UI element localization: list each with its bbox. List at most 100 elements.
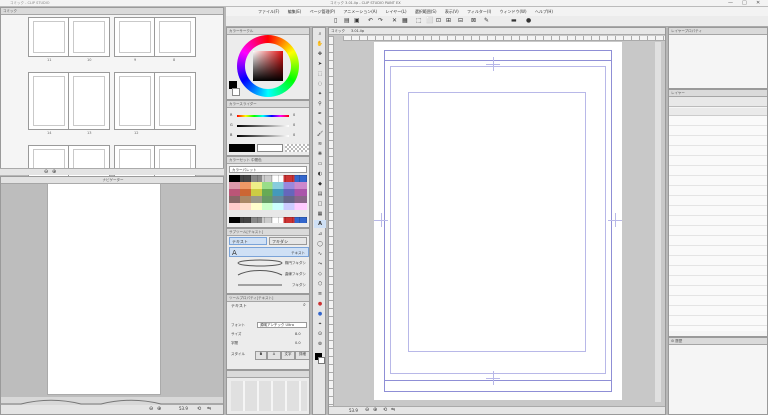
tab-balloon[interactable]: フキダシ [269,237,307,245]
zoom-in-icon[interactable]: ⊕ [373,407,377,413]
speed-line-tool-icon[interactable]: ≡ [314,290,326,298]
extra-tool-2-icon[interactable]: ⊙ [314,330,326,338]
correction-tool-icon[interactable]: ⤳ [314,260,326,268]
page-thumb[interactable] [68,72,110,130]
menu-page[interactable]: ページ管理(P) [310,7,335,16]
eyedropper-tool-icon[interactable]: ⚲ [314,100,326,108]
crop-icon[interactable]: ⊡ [436,17,441,24]
gradient-tool-icon[interactable]: ▤ [314,190,326,198]
spacing-value[interactable]: 0.0 [295,341,301,345]
menu-view[interactable]: 表示(V) [445,7,459,16]
rotate-icon[interactable]: ⟲ [197,406,201,412]
frame-tool-icon[interactable]: ▦ [314,210,326,218]
extra-tool-3-icon[interactable]: ⊚ [314,340,326,348]
rotate-icon[interactable]: ⟲ [383,407,387,413]
canvas-tab-file[interactable]: 3.01.lip [351,29,364,33]
save-icon[interactable]: ▣ [354,17,360,24]
zoom-out-icon[interactable]: ⊖ [365,407,369,413]
status-zoom[interactable]: 53.9 [349,408,358,413]
hue-ring[interactable] [237,35,299,97]
layer-tool-icon[interactable]: ● [314,310,326,318]
subtool-item-balloon[interactable]: フキダシ [229,280,309,290]
ruler-tool-icon[interactable]: ⊿ [314,230,326,238]
page-thumb[interactable] [28,72,70,130]
pen-icon[interactable]: ✎ [484,17,489,24]
text-tool-icon[interactable]: A [314,220,326,228]
deselect-icon[interactable]: ⬜ [426,17,433,24]
color-mixing-tool-icon[interactable]: ● [314,300,326,308]
layer-list[interactable] [669,116,767,331]
menu-select[interactable]: 選択範囲(S) [415,7,437,16]
eraser-tool-icon[interactable]: ▭ [314,160,326,168]
select-tool-icon[interactable]: ⬚ [314,70,326,78]
minimize-icon[interactable]: — [728,0,733,6]
zoom-out-icon[interactable]: ⊖ [44,169,48,175]
fill-icon[interactable]: ▦ [402,17,408,24]
style-detail-button[interactable]: 詳細 [295,351,310,360]
info-icon[interactable]: ● [526,17,531,24]
fill-tool-icon[interactable]: ◆ [314,180,326,188]
ruler-icon[interactable]: ⊞ [446,17,451,24]
palette-select[interactable]: カラーパレット [229,166,307,173]
transparent-color-bar[interactable] [285,144,309,152]
undo-icon[interactable]: ↶ [368,17,373,24]
page-thumb[interactable] [154,72,196,130]
zoom-out-icon[interactable]: ⊖ [149,406,153,412]
transform-icon[interactable]: ⬚ [416,17,422,24]
sv-square[interactable] [253,51,283,81]
subtool-item-curve-balloon[interactable]: 曲線フキダシ [229,269,309,279]
page-thumb[interactable] [114,17,156,57]
brush-tool-icon[interactable]: 🖌 [314,130,326,138]
manga-page[interactable] [374,42,622,400]
object-tool-icon[interactable]: ⬡ [314,280,326,288]
move-tool-icon[interactable]: ✥ [314,50,326,58]
flip-icon[interactable]: ⇋ [207,406,211,412]
slider-value-g[interactable]: 0 [293,123,295,127]
clear-icon[interactable]: ✕ [392,17,397,24]
airbrush-tool-icon[interactable]: ≋ [314,140,326,148]
sub-color-swatch[interactable] [232,88,240,96]
zoom-value[interactable]: 53.9 [179,406,188,411]
hand-tool-icon[interactable]: ✋ [314,40,326,48]
new-file-icon[interactable]: ▯ [334,17,337,24]
extra-tool-icon[interactable]: ⌖ [314,320,326,328]
operation-tool-icon[interactable]: ➤ [314,60,326,68]
pen-tool-icon[interactable]: ✒ [314,110,326,118]
search-icon[interactable]: ⌕ [303,302,306,308]
zoom-in-icon[interactable]: ⊕ [157,406,161,412]
color-palette-grid[interactable] [229,175,307,223]
style-char-button[interactable]: 文字 [281,351,295,360]
style-a-button[interactable]: A [267,351,281,360]
size-value[interactable]: 8.0 [295,332,301,336]
navigator-preview[interactable] [47,183,161,395]
hue-slider[interactable] [237,115,289,117]
tab-text[interactable]: テキスト [229,237,267,245]
font-select[interactable]: 源暎アンチック Ultra [257,322,307,328]
snap-icon[interactable]: ⊟ [458,17,463,24]
page-thumb[interactable] [28,17,70,57]
wand-tool-icon[interactable]: ✦ [314,90,326,98]
zoom-tool-icon[interactable]: ⌕ [314,30,326,38]
3d-tool-icon[interactable]: ◇ [314,270,326,278]
redo-icon[interactable]: ↷ [378,17,383,24]
figure-tool-icon[interactable]: □ [314,200,326,208]
blend-tool-icon[interactable]: ◐ [314,170,326,178]
subtool-item-ellipse-balloon[interactable]: 楕円フキダシ [229,258,309,268]
close-icon[interactable]: ✕ [756,0,760,6]
brush-size-grid[interactable] [231,381,307,411]
menu-file[interactable]: ファイル(F) [258,7,279,16]
sub-color-chip[interactable] [318,357,325,364]
subtool-item-text[interactable]: A テキスト [229,247,309,257]
menu-layer[interactable]: レイヤー(L) [385,7,406,16]
open-file-icon[interactable]: ▤ [344,17,350,24]
maximize-icon[interactable]: □ [742,0,747,6]
page-thumb[interactable] [114,72,156,130]
vertical-scrollbar[interactable] [655,42,661,402]
slider-value-r[interactable]: 0 [293,113,295,117]
flip-icon[interactable]: ⇋ [391,407,395,413]
page-thumb[interactable] [68,17,110,57]
menu-animation[interactable]: アニメーション(A) [343,7,377,16]
menu-window[interactable]: ウィンドウ(W) [499,7,526,16]
slider-value-b[interactable]: 0 [293,133,295,137]
menu-edit[interactable]: 編集(E) [288,7,302,16]
